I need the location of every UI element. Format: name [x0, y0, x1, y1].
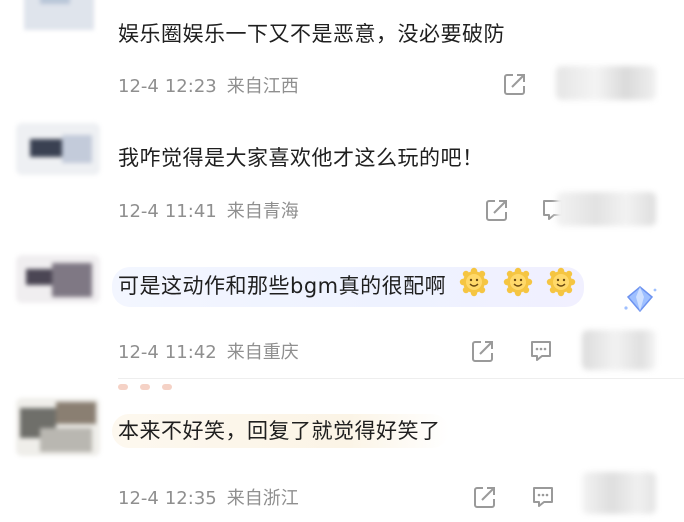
comment-date: 12-4: [118, 201, 159, 222]
comment-icon[interactable]: [528, 338, 554, 364]
share-icon[interactable]: [502, 71, 528, 97]
comment-text-bubble: 可是这动作和那些bgm真的很配啊: [112, 267, 584, 307]
comment-meta: 12-4 11:42 来自重庆: [118, 338, 299, 364]
comment-meta: 12-4 12:23 来自江西: [118, 72, 299, 98]
nickname-blurred: [118, 384, 228, 390]
avatar[interactable]: [16, 123, 100, 175]
blurred-like-area: [556, 192, 656, 226]
comment-date: 12-4: [118, 342, 159, 363]
comment-location: 来自青海: [226, 201, 299, 222]
comment-time: 11:42: [164, 342, 217, 363]
blurred-like-area: [582, 330, 656, 370]
avatar[interactable]: [16, 0, 100, 30]
share-icon[interactable]: [484, 197, 510, 223]
comment-text: 我咋觉得是大家喜欢他才这么玩的吧！: [118, 146, 484, 170]
comment-date: 12-4: [118, 488, 159, 509]
smiling-sun-emoji: [459, 267, 489, 307]
smiling-sun-emoji: [503, 267, 533, 307]
comment-icon[interactable]: [530, 484, 556, 510]
divider: [118, 378, 684, 379]
blurred-like-area: [582, 472, 656, 514]
avatar[interactable]: [16, 255, 100, 303]
comment-text: 娱乐圈娱乐一下又不是恶意，没必要破防: [118, 22, 505, 46]
share-icon[interactable]: [472, 484, 498, 510]
comment-location: 来自重庆: [226, 342, 299, 363]
diamond-badge-icon: [622, 284, 658, 314]
comment-location: 来自浙江: [226, 488, 299, 509]
comment-time: 12:35: [164, 488, 217, 509]
comment-time: 12:23: [164, 76, 217, 97]
share-icon[interactable]: [470, 338, 496, 364]
avatar[interactable]: [16, 398, 100, 456]
comment-time: 11:41: [164, 201, 217, 222]
blurred-like-area: [556, 66, 656, 100]
comment-date: 12-4: [118, 76, 159, 97]
smiling-sun-emoji: [546, 267, 576, 307]
comment-text: 可是这动作和那些bgm真的很配啊: [118, 274, 447, 298]
comment-meta: 12-4 12:35 来自浙江: [118, 484, 299, 510]
comment-text: 本来不好笑，回复了就觉得好笑了: [112, 414, 449, 448]
comment-location: 来自江西: [226, 76, 299, 97]
comment-meta: 12-4 11:41 来自青海: [118, 197, 299, 223]
